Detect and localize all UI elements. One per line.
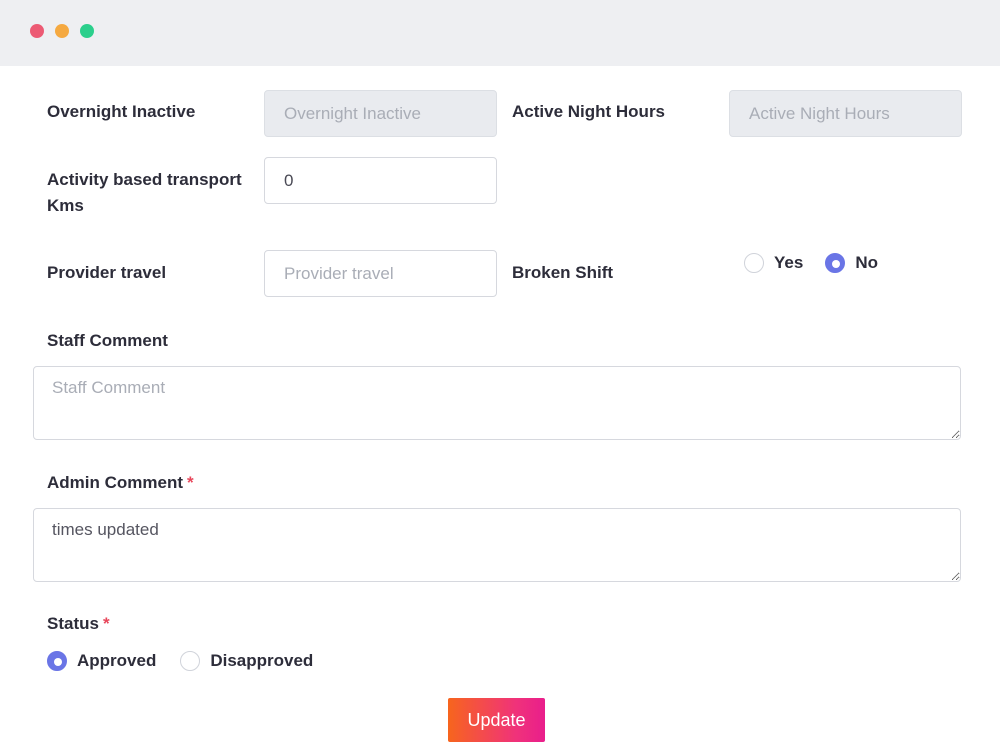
overnight-inactive-input bbox=[264, 90, 497, 137]
overnight-inactive-label: Overnight Inactive bbox=[47, 102, 196, 121]
required-mark: * bbox=[187, 473, 194, 492]
broken-shift-no-option[interactable]: No bbox=[825, 253, 878, 273]
radio-checked-icon[interactable] bbox=[47, 651, 67, 671]
admin-comment-label: Admin Comment * bbox=[47, 470, 194, 496]
status-label: Status * bbox=[47, 611, 110, 637]
close-window-icon[interactable] bbox=[30, 24, 44, 38]
activity-transport-label-line2: Kms bbox=[47, 196, 84, 215]
activity-transport-input[interactable] bbox=[264, 157, 497, 204]
status-disapproved-label: Disapproved bbox=[210, 651, 314, 670]
broken-shift-yes-option[interactable]: Yes bbox=[744, 253, 803, 273]
radio-unchecked-icon[interactable] bbox=[180, 651, 201, 671]
provider-travel-label: Provider travel bbox=[47, 263, 167, 282]
radio-unchecked-icon[interactable] bbox=[744, 253, 764, 273]
provider-travel-input[interactable] bbox=[264, 250, 497, 297]
staff-comment-label: Staff Comment bbox=[47, 331, 168, 350]
required-mark: * bbox=[102, 614, 110, 633]
status-label-text: Status bbox=[47, 614, 99, 633]
status-disapproved-option[interactable]: Disapproved bbox=[180, 651, 313, 671]
admin-comment-label-text: Admin Comment bbox=[47, 473, 183, 492]
active-night-hours-label: Active Night Hours bbox=[512, 102, 666, 121]
status-approved-label: Approved bbox=[77, 651, 157, 670]
activity-transport-label-line1: Activity based transport bbox=[47, 170, 242, 189]
update-button[interactable]: Update bbox=[448, 698, 545, 742]
broken-shift-label: Broken Shift bbox=[512, 263, 614, 282]
broken-shift-no-label: No bbox=[855, 253, 878, 272]
maximize-window-icon[interactable] bbox=[80, 24, 94, 38]
radio-checked-icon[interactable] bbox=[825, 253, 846, 273]
status-approved-option[interactable]: Approved bbox=[47, 651, 156, 671]
active-night-hours-input bbox=[729, 90, 962, 137]
staff-comment-textarea[interactable] bbox=[33, 366, 961, 440]
activity-transport-label: Activity based transport Kms bbox=[47, 167, 242, 219]
window-titlebar bbox=[0, 0, 1000, 66]
broken-shift-yes-label: Yes bbox=[774, 253, 804, 272]
admin-comment-textarea[interactable]: times updated bbox=[33, 508, 961, 582]
status-radio-group: Approved Disapproved bbox=[47, 651, 337, 671]
minimize-window-icon[interactable] bbox=[55, 24, 69, 38]
broken-shift-radio-group: Yes No bbox=[744, 253, 902, 273]
